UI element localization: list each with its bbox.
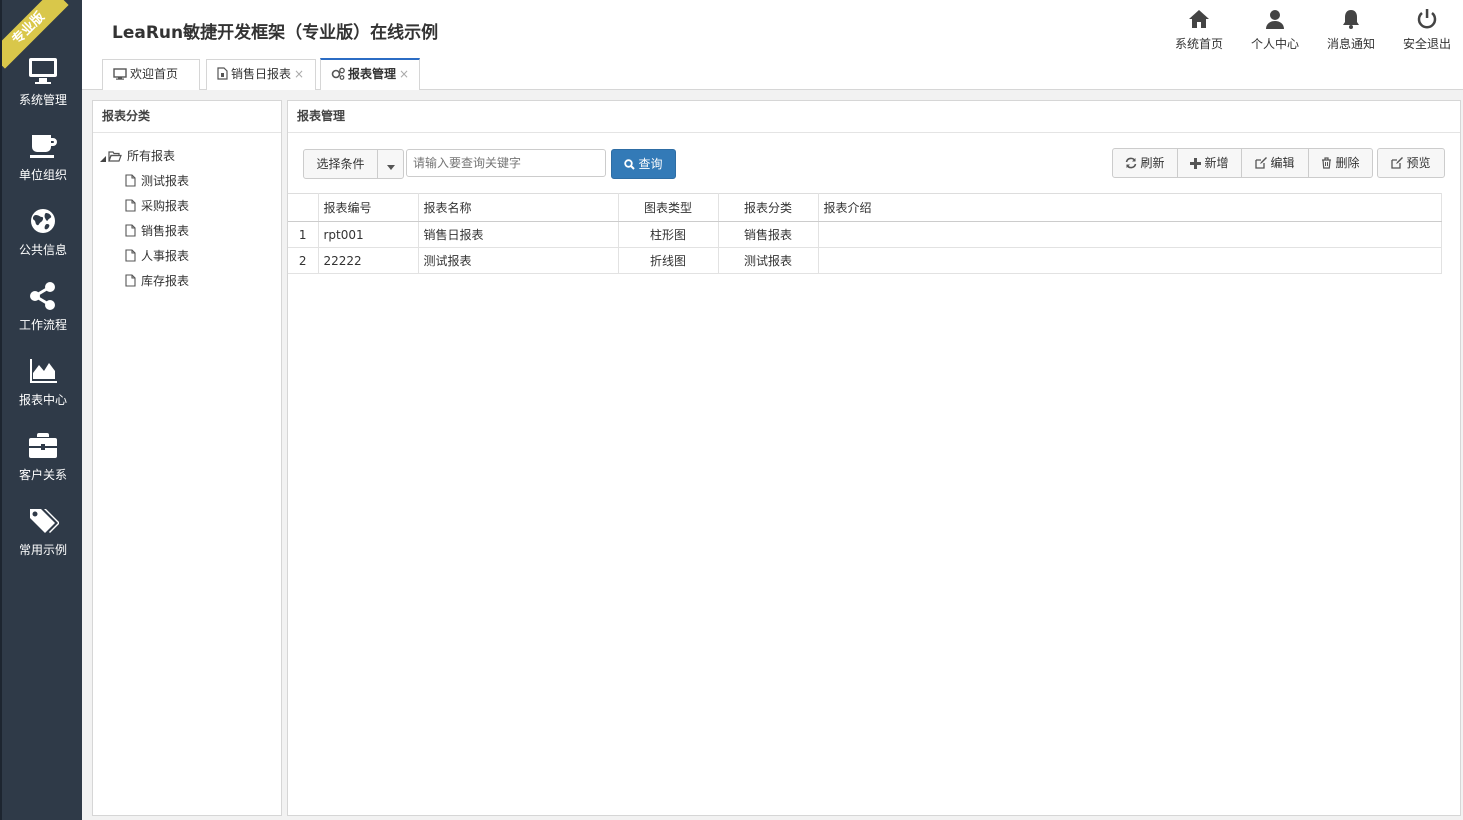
tree-node[interactable]: 库存报表: [125, 272, 189, 289]
table-row[interactable]: 2 22222 测试报表 折线图 测试报表: [288, 247, 1442, 274]
file-icon: [125, 249, 136, 262]
cell-intro: [818, 221, 1442, 248]
area-chart-icon: [30, 359, 57, 383]
sidebar-item-label: 公共信息: [18, 243, 67, 257]
app-title: LeaRun敏捷开发框架（专业版）在线示例: [112, 23, 439, 43]
tab-sales-daily[interactable]: 销售日报表 ×: [206, 59, 316, 90]
edit-icon: [1391, 157, 1404, 169]
coffee-icon: [30, 135, 57, 158]
sidebar-item-label: 系统管理: [18, 93, 67, 107]
top-link-home[interactable]: 系统首页: [1166, 8, 1232, 52]
cell-name: 销售日报表: [418, 221, 619, 248]
condition-dropdown-button[interactable]: [377, 149, 404, 179]
cell-category: 测试报表: [718, 247, 819, 274]
refresh-button[interactable]: 刷新: [1112, 148, 1178, 178]
tab-bar: 欢迎首页 销售日报表 × 报表管理 ×: [82, 57, 1463, 90]
sidebar-item-crm[interactable]: 客户关系: [2, 430, 82, 505]
sidebar-item-label: 单位组织: [18, 168, 67, 182]
tree-node[interactable]: 采购报表: [125, 197, 189, 214]
cogs-icon: [331, 67, 345, 80]
delete-button[interactable]: 删除: [1308, 148, 1373, 178]
globe-icon: [31, 209, 55, 233]
column-header[interactable]: 图表类型: [618, 193, 719, 222]
column-header[interactable]: 报表名称: [418, 193, 619, 222]
sidebar-item-examples[interactable]: 常用示例: [2, 505, 82, 580]
cell-intro: [818, 247, 1442, 274]
sidebar-item-org[interactable]: 单位组织: [2, 130, 82, 205]
cell-type: 折线图: [618, 247, 719, 274]
cell-category: 销售报表: [718, 221, 819, 248]
file-icon: [125, 274, 136, 287]
sidebar-item-label: 工作流程: [18, 318, 67, 332]
sidebar: 专业版 系统管理 单位组织 公共信息 工作流程 报表中心 客户关系 常用示例: [0, 0, 82, 820]
tree-node[interactable]: 测试报表: [125, 172, 189, 189]
file-icon: [125, 199, 136, 212]
table-row[interactable]: 1 rpt001 销售日报表 柱形图 销售报表: [288, 221, 1442, 248]
row-number: 2: [288, 247, 319, 274]
cell-type: 柱形图: [618, 221, 719, 248]
column-header[interactable]: 报表分类: [718, 193, 819, 222]
tags-icon: [30, 509, 59, 533]
plus-icon: [1190, 158, 1202, 169]
cell-code: rpt001: [318, 221, 419, 248]
report-manage-panel: 报表管理 选择条件 查询 刷新 新增 编辑 删除 预览 报表编号: [287, 100, 1461, 816]
close-icon[interactable]: ×: [399, 67, 409, 81]
monitor-icon: [29, 58, 57, 84]
folder-open-icon: [108, 151, 122, 162]
sidebar-item-label: 常用示例: [18, 543, 67, 557]
share-icon: [30, 282, 55, 310]
cell-name: 测试报表: [418, 247, 619, 274]
tree-node-root[interactable]: 所有报表: [100, 147, 175, 164]
column-header[interactable]: 报表介绍: [818, 193, 1442, 222]
report-table: 报表编号 报表名称 图表类型 报表分类 报表介绍 1 rpt001 销售日报表 …: [288, 193, 1442, 274]
edit-button[interactable]: 编辑: [1241, 148, 1309, 178]
panel-title: 报表分类: [93, 101, 281, 133]
trash-icon: [1322, 157, 1332, 169]
sidebar-item-reports[interactable]: 报表中心: [2, 355, 82, 430]
home-icon: [1189, 10, 1209, 28]
panel-title: 报表管理: [288, 101, 1460, 133]
close-icon[interactable]: ×: [294, 67, 304, 81]
top-link-notify[interactable]: 消息通知: [1318, 8, 1384, 52]
preview-button[interactable]: 预览: [1377, 148, 1445, 178]
sidebar-item-label: 客户关系: [18, 468, 67, 482]
bell-icon: [1343, 10, 1359, 29]
cell-code: 22222: [318, 247, 419, 274]
sidebar-item-public[interactable]: 公共信息: [2, 205, 82, 280]
file-icon: [217, 67, 228, 80]
sidebar-item-workflow[interactable]: 工作流程: [2, 280, 82, 355]
row-number: 1: [288, 221, 319, 248]
top-link-profile[interactable]: 个人中心: [1242, 8, 1308, 52]
edit-icon: [1255, 157, 1268, 169]
caret-down-icon: [386, 165, 395, 170]
column-header[interactable]: 报表编号: [318, 193, 419, 222]
power-icon: [1417, 9, 1437, 29]
sidebar-item-label: 报表中心: [18, 393, 67, 407]
search-icon: [624, 159, 636, 170]
caret-down-icon: [100, 156, 106, 162]
top-link-logout[interactable]: 安全退出: [1394, 8, 1460, 52]
search-input[interactable]: [406, 149, 606, 177]
add-button[interactable]: 新增: [1177, 148, 1242, 178]
search-button[interactable]: 查询: [611, 149, 676, 179]
row-number-header: [288, 193, 319, 222]
tree-node[interactable]: 销售报表: [125, 222, 189, 239]
briefcase-icon: [29, 433, 57, 458]
table-header-row: 报表编号 报表名称 图表类型 报表分类 报表介绍: [288, 193, 1442, 222]
refresh-icon: [1126, 157, 1137, 169]
file-icon: [125, 174, 136, 187]
user-icon: [1266, 10, 1284, 29]
report-category-panel: 报表分类 所有报表 测试报表 采购报表 销售报表 人事报表 库存报表: [92, 100, 282, 816]
sidebar-item-system[interactable]: 系统管理: [2, 55, 82, 130]
tree-node[interactable]: 人事报表: [125, 247, 189, 264]
content-area: 报表分类 所有报表 测试报表 采购报表 销售报表 人事报表 库存报表 报表管理 …: [82, 90, 1463, 820]
file-icon: [125, 224, 136, 237]
tab-report-manage[interactable]: 报表管理 ×: [320, 58, 420, 90]
desktop-icon: [113, 68, 127, 80]
condition-select-button[interactable]: 选择条件: [303, 149, 378, 179]
tab-welcome[interactable]: 欢迎首页: [102, 59, 200, 90]
